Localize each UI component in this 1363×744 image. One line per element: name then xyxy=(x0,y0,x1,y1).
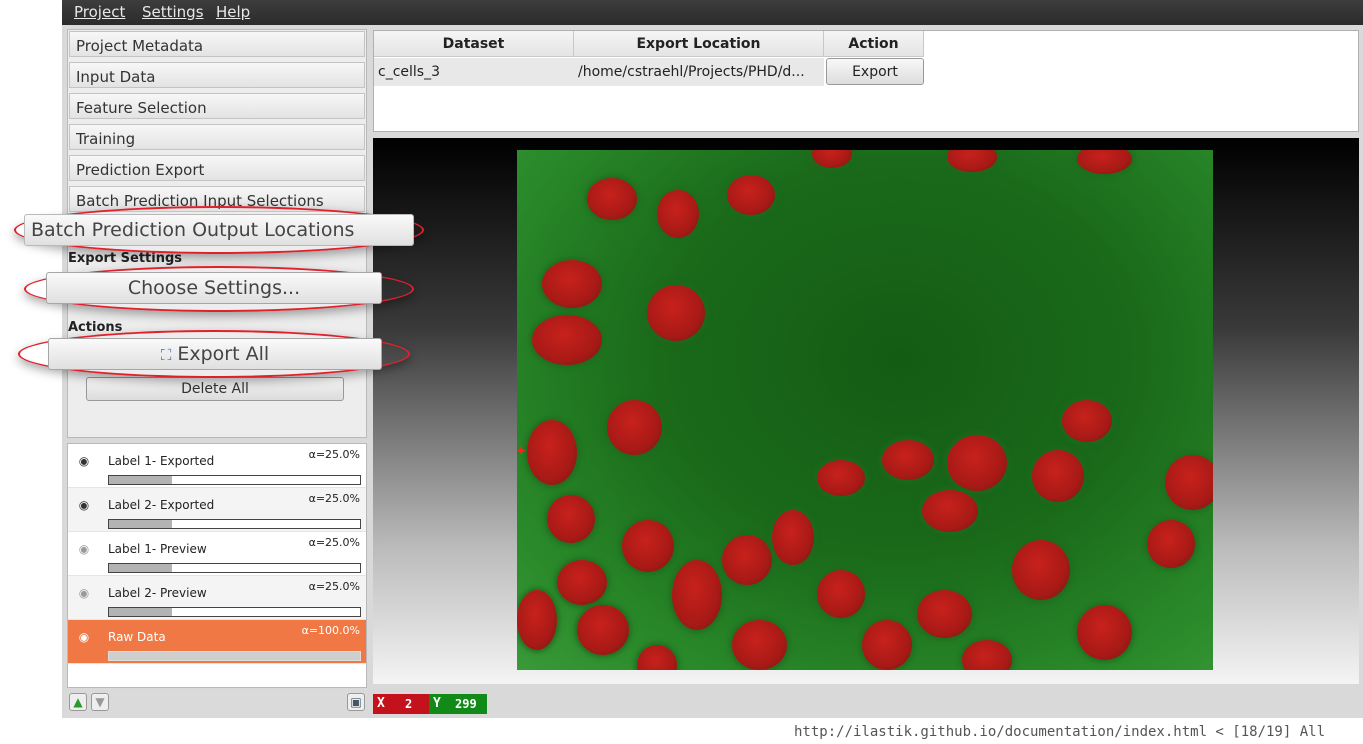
layer-row[interactable]: ◉ Label 2- Exported α=25.0% xyxy=(68,488,366,532)
opacity-bar[interactable] xyxy=(108,651,361,661)
applet-prediction-export[interactable]: Prediction Export xyxy=(69,155,365,181)
layer-row[interactable]: ◉ Label 1- Exported α=25.0% xyxy=(68,444,366,488)
opacity-bar[interactable] xyxy=(108,563,361,573)
layer-row-raw-data[interactable]: ◉ Raw Data α=100.0% xyxy=(68,620,366,664)
layer-opacity: α=25.0% xyxy=(308,448,360,461)
layer-name: Label 2- Preview xyxy=(108,586,207,600)
move-up-icon[interactable]: ▲ xyxy=(69,693,87,711)
batch-export-table: Dataset Export Location Action c_cells_3… xyxy=(373,30,1359,132)
export-settings-label: Export Settings xyxy=(68,251,183,266)
cell-dataset[interactable]: c_cells_3 xyxy=(374,58,574,86)
col-action[interactable]: Action xyxy=(824,31,924,57)
eye-icon[interactable]: ◉ xyxy=(76,498,92,512)
y-value: 299 xyxy=(455,697,477,711)
layer-opacity: α=25.0% xyxy=(308,492,360,505)
y-label: Y xyxy=(433,696,441,711)
applet-batch-output-locations[interactable]: Batch Prediction Output Locations xyxy=(24,214,414,246)
opacity-bar[interactable] xyxy=(108,607,361,617)
x-coordinate: X 2 xyxy=(373,694,429,714)
eye-icon[interactable]: ◉ xyxy=(76,454,92,468)
opacity-bar[interactable] xyxy=(108,475,361,485)
opacity-bar[interactable] xyxy=(108,519,361,529)
layer-row[interactable]: ◉ Label 1- Preview α=25.0% xyxy=(68,532,366,576)
col-dataset[interactable]: Dataset xyxy=(374,31,574,57)
export-all-label: Export All xyxy=(177,343,270,365)
move-down-icon[interactable]: ▼ xyxy=(91,693,109,711)
opacity-fill xyxy=(109,520,172,528)
applet-input-data[interactable]: Input Data xyxy=(69,62,365,88)
layer-opacity: α=25.0% xyxy=(308,580,360,593)
eye-icon[interactable]: ◉ xyxy=(76,586,92,600)
eye-icon[interactable]: ◉ xyxy=(76,630,92,644)
layer-row[interactable]: ◉ Label 2- Preview α=25.0% xyxy=(68,576,366,620)
layer-name: Label 2- Exported xyxy=(108,498,215,512)
layer-name: Label 1- Preview xyxy=(108,542,207,556)
cell-export-location[interactable]: /home/cstraehl/Projects/PHD/d... xyxy=(574,58,824,86)
delete-all-button[interactable]: Delete All xyxy=(86,377,344,401)
layer-toolbar: ▲ ▼ ▣ xyxy=(67,690,367,714)
layer-options-icon[interactable]: ▣ xyxy=(347,693,365,711)
opacity-fill xyxy=(109,608,172,616)
x-label: X xyxy=(377,696,385,711)
image-viewer[interactable]: ✚ xyxy=(373,138,1359,684)
eye-icon[interactable]: ◉ xyxy=(76,542,92,556)
status-line: http://ilastik.github.io/documentation/i… xyxy=(794,724,1326,740)
layer-name: Label 1- Exported xyxy=(108,454,215,468)
export-button[interactable]: Export xyxy=(826,58,924,85)
applet-project-metadata[interactable]: Project Metadata xyxy=(69,31,365,57)
x-value: 2 xyxy=(405,697,413,711)
layer-list: ◉ Label 1- Exported α=25.0% ◉ Label 2- E… xyxy=(67,443,367,688)
layer-name: Raw Data xyxy=(108,630,166,644)
menubar: Project Settings Help xyxy=(62,0,1363,25)
y-coordinate: Y 299 xyxy=(429,694,487,714)
opacity-fill xyxy=(109,652,360,660)
layer-opacity: α=25.0% xyxy=(308,536,360,549)
cell-image[interactable]: ✚ xyxy=(517,150,1213,670)
layer-opacity: α=100.0% xyxy=(301,624,360,637)
menu-settings[interactable]: Settings xyxy=(142,3,204,21)
applet-training[interactable]: Training xyxy=(69,124,365,150)
menu-help[interactable]: Help xyxy=(216,3,250,21)
crosshair-icon: ✚ xyxy=(517,446,526,457)
col-export-location[interactable]: Export Location xyxy=(574,31,824,57)
choose-settings-button[interactable]: Choose Settings... xyxy=(46,272,382,304)
applet-feature-selection[interactable]: Feature Selection xyxy=(69,93,365,119)
opacity-fill xyxy=(109,476,172,484)
export-icon: ⛶ xyxy=(160,346,172,364)
export-all-button[interactable]: ⛶ Export All xyxy=(48,338,382,370)
opacity-fill xyxy=(109,564,172,572)
menu-project[interactable]: Project xyxy=(74,3,125,21)
